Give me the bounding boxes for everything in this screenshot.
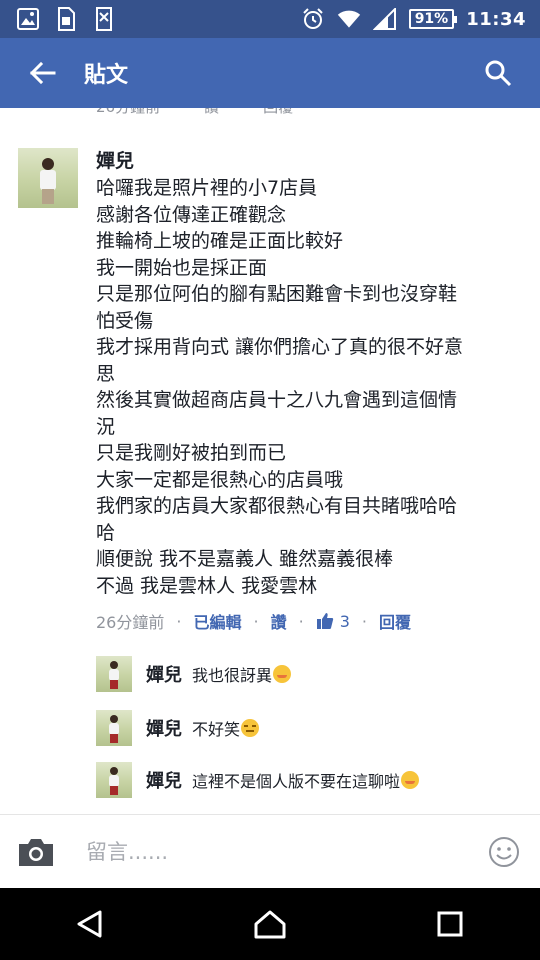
comment: 嬋兒 哈囉我是照片裡的小7店員 感謝各位傳達正確觀念 推輪椅上坡的確是正面比較好…: [18, 148, 528, 632]
comment-time: 26分鐘前: [96, 613, 165, 632]
search-button[interactable]: [480, 55, 516, 91]
like-count-value: 3: [339, 611, 350, 631]
reply-content: 嬋兒 我也很訝異: [146, 661, 292, 687]
previous-comment-meta: 26分鐘前 讚 回覆: [96, 108, 293, 117]
like-button[interactable]: 讚: [271, 609, 287, 633]
comment-line: 我才採用背向式 讓你們擔心了真的很不好意: [96, 336, 464, 358]
back-arrow-icon: [29, 61, 56, 85]
reply-item: 嬋兒 我也很訝異: [96, 656, 516, 692]
comment-line: 況: [96, 415, 116, 438]
nav-recents-button[interactable]: [420, 894, 480, 954]
wifi-icon: [337, 7, 361, 31]
like-count[interactable]: 3: [316, 612, 350, 631]
comment-line: 怕受傷: [96, 309, 154, 332]
reply-item: 嬋兒 這裡不是個人版不要在這聊啦: [96, 762, 516, 798]
comment-line: 感謝各位傳達正確觀念: [96, 203, 287, 226]
separator-dot: ·: [361, 611, 367, 631]
reply-text: 不好笑: [192, 720, 241, 739]
previous-like-button[interactable]: 讚: [204, 108, 219, 117]
camera-button[interactable]: [16, 836, 56, 868]
clock: 11:34: [466, 8, 526, 30]
status-right-icons: 91% 11:34: [301, 7, 526, 31]
comment-body: 嬋兒 哈囉我是照片裡的小7店員 感謝各位傳達正確觀念 推輪椅上坡的確是正面比較好…: [96, 148, 516, 633]
comment-line: 我一開始也是採正面: [96, 256, 268, 279]
previous-reply-button[interactable]: 回覆: [263, 108, 293, 117]
comment-composer: [0, 814, 540, 888]
sim-icon: [54, 7, 78, 31]
comment-line: 只是那位阿伯的腳有點困難會卡到也沒穿鞋: [96, 283, 458, 305]
status-bar: 91% 11:34: [0, 0, 540, 38]
search-icon: [485, 60, 512, 87]
avatar[interactable]: [18, 148, 78, 208]
app-bar: 貼文: [0, 38, 540, 108]
back-button[interactable]: [22, 53, 62, 93]
camera-icon: [19, 838, 53, 866]
signal-icon: [372, 7, 397, 31]
nav-home-button[interactable]: [240, 894, 300, 954]
reply-author[interactable]: 嬋兒: [146, 661, 182, 687]
blush-emoji-icon: [401, 771, 420, 789]
comment-text: 哈囉我是照片裡的小7店員 感謝各位傳達正確觀念 推輪椅上坡的確是正面比較好 我一…: [96, 175, 516, 599]
comment-line: 哈: [96, 521, 116, 544]
nav-back-button[interactable]: [60, 894, 120, 954]
battery-level: 91%: [414, 11, 449, 27]
edited-link[interactable]: 已編輯: [193, 609, 241, 633]
reply-avatar[interactable]: [96, 762, 132, 798]
smiley-icon: [489, 836, 519, 867]
reply-author[interactable]: 嬋兒: [146, 767, 182, 793]
reply-button[interactable]: 回覆: [379, 609, 411, 633]
comment-line: 然後其實做超商店員十之八九會遇到這個情: [96, 389, 458, 411]
reply-item: 嬋兒 不好笑: [96, 710, 516, 746]
comment-meta: 26分鐘前 · 已編輯 · 讚 · 3 · 回覆: [96, 609, 516, 633]
status-left-icons: [16, 7, 116, 31]
navigation-bar: [0, 888, 540, 960]
page-title: 貼文: [84, 63, 129, 88]
comment-author[interactable]: 嬋兒: [96, 148, 516, 174]
emoji-button[interactable]: [488, 836, 520, 868]
comment-line: 不過 我是雲林人 我愛雲林: [96, 574, 318, 597]
battery-indicator: 91%: [408, 9, 457, 29]
comment-line: 只是我剛好被拍到而已: [96, 442, 287, 464]
reply-content: 嬋兒 不好笑: [146, 715, 260, 741]
previous-comment-time: 26分鐘前: [96, 108, 160, 117]
alarm-icon: [301, 7, 325, 31]
home-icon: [254, 910, 286, 939]
reply-text: 我也很訝異: [192, 666, 273, 685]
reply-content: 嬋兒 這裡不是個人版不要在這聊啦: [146, 767, 420, 793]
recents-icon: [437, 911, 463, 937]
unamused-emoji-icon: [241, 719, 260, 737]
gallery-icon: [16, 7, 40, 31]
comment-input[interactable]: [84, 838, 488, 865]
thumbs-up-icon: [316, 613, 333, 629]
separator-dot: ·: [176, 611, 182, 631]
comment-line: 大家一定都是很熱心的店員哦: [96, 468, 344, 491]
reply-avatar[interactable]: [96, 656, 132, 692]
comment-line: 我們家的店員大家都很熱心有目共睹哦哈哈: [96, 495, 458, 517]
comment-line: 思: [96, 362, 116, 385]
separator-dot: ·: [253, 611, 259, 631]
blush-emoji-icon: [273, 665, 292, 683]
reply-text: 這裡不是個人版不要在這聊啦: [192, 772, 401, 791]
comment-thread[interactable]: 26分鐘前 讚 回覆 嬋兒 哈囉我是照片裡的小7店員 感謝各位傳達正確觀念 推輪…: [0, 108, 540, 814]
reply-avatar[interactable]: [96, 710, 132, 746]
sd-card-icon: [92, 7, 116, 31]
comment-line: 推輪椅上坡的確是正面比較好: [96, 230, 344, 252]
comment-line: 順便說 我不是嘉義人 雖然嘉義很棒: [96, 548, 394, 570]
separator-dot: ·: [298, 611, 304, 631]
back-triangle-icon: [77, 910, 102, 938]
reply-author[interactable]: 嬋兒: [146, 715, 182, 741]
comment-line: 哈囉我是照片裡的小7店員: [96, 177, 318, 199]
